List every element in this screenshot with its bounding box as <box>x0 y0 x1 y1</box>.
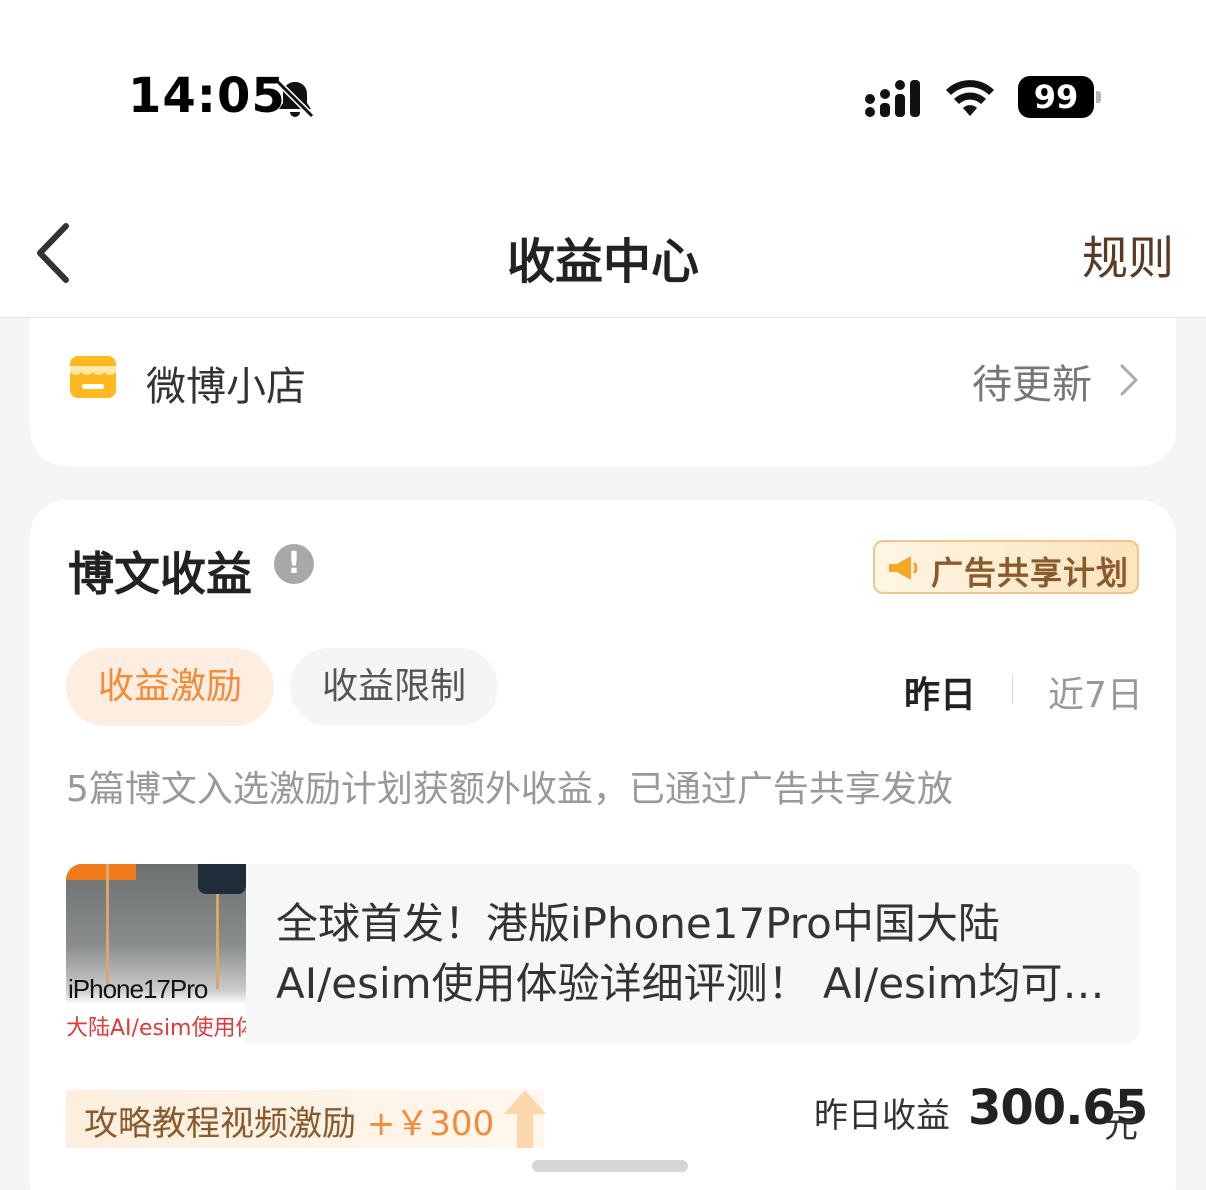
megaphone-icon <box>889 556 918 580</box>
shop-label: 微博小店 <box>146 364 306 410</box>
post-item[interactable]: iPhone17Pro 大陆AI/esim使用体 全球首发！港版iPhone17… <box>66 864 1140 1044</box>
ad-share-plan-label: 广告共享计划 <box>931 554 1130 592</box>
battery-level: 99 <box>1018 76 1094 118</box>
up-arrow-icon <box>504 1090 546 1148</box>
signal-icon <box>865 80 920 117</box>
bonus-label: 攻略教程视频激励 <box>84 1104 356 1144</box>
bell-slash-icon <box>275 79 315 119</box>
earnings-label: 昨日收益 <box>814 1096 950 1136</box>
section-title: 博文收益 <box>68 547 252 601</box>
period-yesterday[interactable]: 昨日 <box>904 666 976 718</box>
earnings-unit: 元 <box>1104 1106 1138 1146</box>
thumb-caption: iPhone17Pro <box>68 974 208 1004</box>
tab-earnings-incentive[interactable]: 收益激励 <box>66 648 275 726</box>
incentive-description: 5篇博文入选激励计划获额外收益，已通过广告共享发放 <box>66 769 953 810</box>
nav-bar: 收益中心 规则 <box>0 190 1206 318</box>
header-area: 14:05 99 收益中心 规则 <box>0 0 1206 318</box>
home-indicator <box>532 1160 688 1172</box>
shop-card[interactable]: 微博小店 待更新 <box>30 318 1176 466</box>
info-icon[interactable]: ! <box>274 544 314 584</box>
status-bar: 14:05 99 <box>0 0 1206 190</box>
rules-link[interactable]: 规则 <box>1082 222 1174 288</box>
thumb-decor <box>66 864 136 880</box>
chevron-right-icon <box>1120 364 1138 396</box>
thumb-subcaption: 大陆AI/esim使用体 <box>66 1016 246 1041</box>
battery-indicator: 99 <box>1018 76 1102 118</box>
thumb-decor <box>198 864 246 894</box>
period-divider <box>1012 674 1013 704</box>
post-title: 全球首发！港版iPhone17Pro中国大陆AI/esim使用体验详细评测！ A… <box>276 899 1105 1008</box>
tab-earnings-limit[interactable]: 收益限制 <box>290 648 499 726</box>
ad-share-plan-badge[interactable]: 广告共享计划 <box>873 540 1139 594</box>
bonus-tag: 攻略教程视频激励 +￥300 <box>66 1090 544 1148</box>
status-time: 14:05 <box>128 68 286 124</box>
page-title: 收益中心 <box>506 234 699 290</box>
post-earnings-card: 博文收益 ! 广告共享计划 收益激励 收益限制 昨日 近7日 5篇博文入选激励计… <box>30 500 1176 1190</box>
period-last-7-days[interactable]: 近7日 <box>1048 666 1143 718</box>
post-thumbnail: iPhone17Pro 大陆AI/esim使用体 <box>66 864 246 1044</box>
wifi-icon <box>946 80 994 116</box>
shop-icon <box>70 356 116 398</box>
shop-status: 待更新 <box>972 362 1092 408</box>
bonus-amount: +￥300 <box>366 1104 495 1144</box>
battery-tip <box>1096 91 1101 103</box>
thumb-decor <box>106 864 109 984</box>
bonus-text: 攻略教程视频激励 +￥300 <box>84 1096 494 1145</box>
